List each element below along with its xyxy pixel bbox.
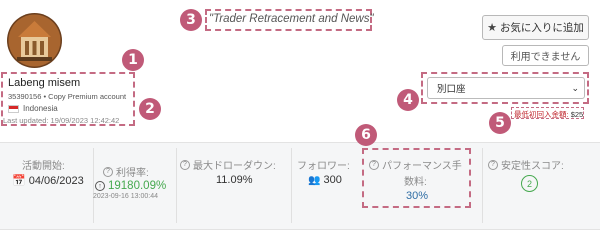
max-drawdown-label: 最大ドローダウン: bbox=[193, 161, 276, 172]
strategy-title: "Trader Retracement and News" bbox=[209, 13, 374, 25]
yield-label-wrap: ? 利得率: bbox=[103, 164, 149, 179]
safety-score-label-wrap: ? 安定性スコア: bbox=[488, 157, 564, 172]
stats-bar bbox=[0, 142, 600, 230]
last-updated: Last updated: 19/09/2023 12:42:42 bbox=[3, 116, 120, 125]
help-icon[interactable]: ? bbox=[180, 159, 190, 170]
stat-divider bbox=[482, 148, 483, 223]
performance-fee-label-line2: 数料: bbox=[404, 177, 427, 188]
annotation-badge-5: 5 bbox=[489, 112, 511, 134]
min-deposit: 最低初回入金額: $25 bbox=[514, 109, 583, 120]
stat-divider bbox=[93, 148, 94, 223]
help-icon[interactable]: ? bbox=[103, 166, 113, 177]
min-deposit-value: $25 bbox=[570, 110, 584, 119]
yield-value: 19180.09% bbox=[108, 180, 167, 192]
performance-fee-label-line1: パフォーマンス手 bbox=[382, 161, 462, 172]
star-icon: ★ bbox=[487, 22, 497, 34]
safety-score-value: 2 bbox=[521, 175, 538, 192]
annotation-badge-6: 6 bbox=[355, 124, 377, 146]
unavailable-label: 利用できません bbox=[510, 52, 581, 63]
stat-divider bbox=[176, 148, 177, 223]
followers-label: フォロワー: bbox=[297, 161, 350, 172]
yield: ↑ 19180.09% bbox=[95, 180, 166, 192]
country-label: Indonesia bbox=[23, 104, 58, 113]
account-select[interactable]: 別口座 ⌄ bbox=[427, 77, 585, 99]
add-to-favorites-button[interactable]: ★ お気に入りに追加 bbox=[482, 15, 589, 40]
users-icon: 👥 bbox=[308, 174, 321, 186]
account-meta: 35390156 • Copy Premium account bbox=[8, 92, 127, 101]
annotation-badge-1: 1 bbox=[122, 49, 144, 71]
active-since-label: 活動開始: bbox=[22, 161, 65, 172]
avatar bbox=[7, 13, 62, 68]
performance-fee-label-wrap: ? パフォーマンス手 bbox=[369, 157, 462, 172]
annotation-badge-2: 2 bbox=[139, 98, 161, 120]
help-icon[interactable]: ? bbox=[369, 159, 379, 170]
help-icon[interactable]: ? bbox=[488, 159, 498, 170]
followers: 👥 300 bbox=[308, 174, 342, 186]
calendar-icon: 📅 bbox=[12, 175, 26, 187]
min-deposit-label: 最低初回入金額: bbox=[514, 110, 569, 119]
account-select-value: 別口座 bbox=[437, 84, 466, 95]
arrow-up-circle-icon: ↑ bbox=[95, 181, 105, 191]
max-drawdown-value: 11.09% bbox=[216, 174, 253, 186]
active-since: 📅 04/06/2023 bbox=[12, 174, 84, 188]
stat-divider bbox=[291, 148, 292, 223]
yield-label: 利得率: bbox=[116, 168, 149, 179]
indonesia-flag-icon bbox=[8, 105, 19, 113]
yield-date: 2023-09-16 13:00:44 bbox=[93, 193, 158, 200]
followers-value: 300 bbox=[323, 174, 342, 186]
annotation-badge-3: 3 bbox=[180, 9, 202, 31]
active-since-value: 04/06/2023 bbox=[28, 174, 84, 187]
add-to-favorites-label: お気に入りに追加 bbox=[499, 22, 584, 34]
safety-score-label: 安定性スコア: bbox=[501, 161, 564, 172]
max-drawdown-label-wrap: ? 最大ドローダウン: bbox=[180, 157, 276, 172]
annotation-badge-4: 4 bbox=[397, 89, 419, 111]
unavailable-button[interactable]: 利用できません bbox=[502, 45, 589, 66]
account-name: Labeng misem bbox=[8, 77, 81, 89]
performance-fee-value: 30% bbox=[406, 190, 429, 202]
chevron-down-icon: ⌄ bbox=[571, 82, 579, 93]
